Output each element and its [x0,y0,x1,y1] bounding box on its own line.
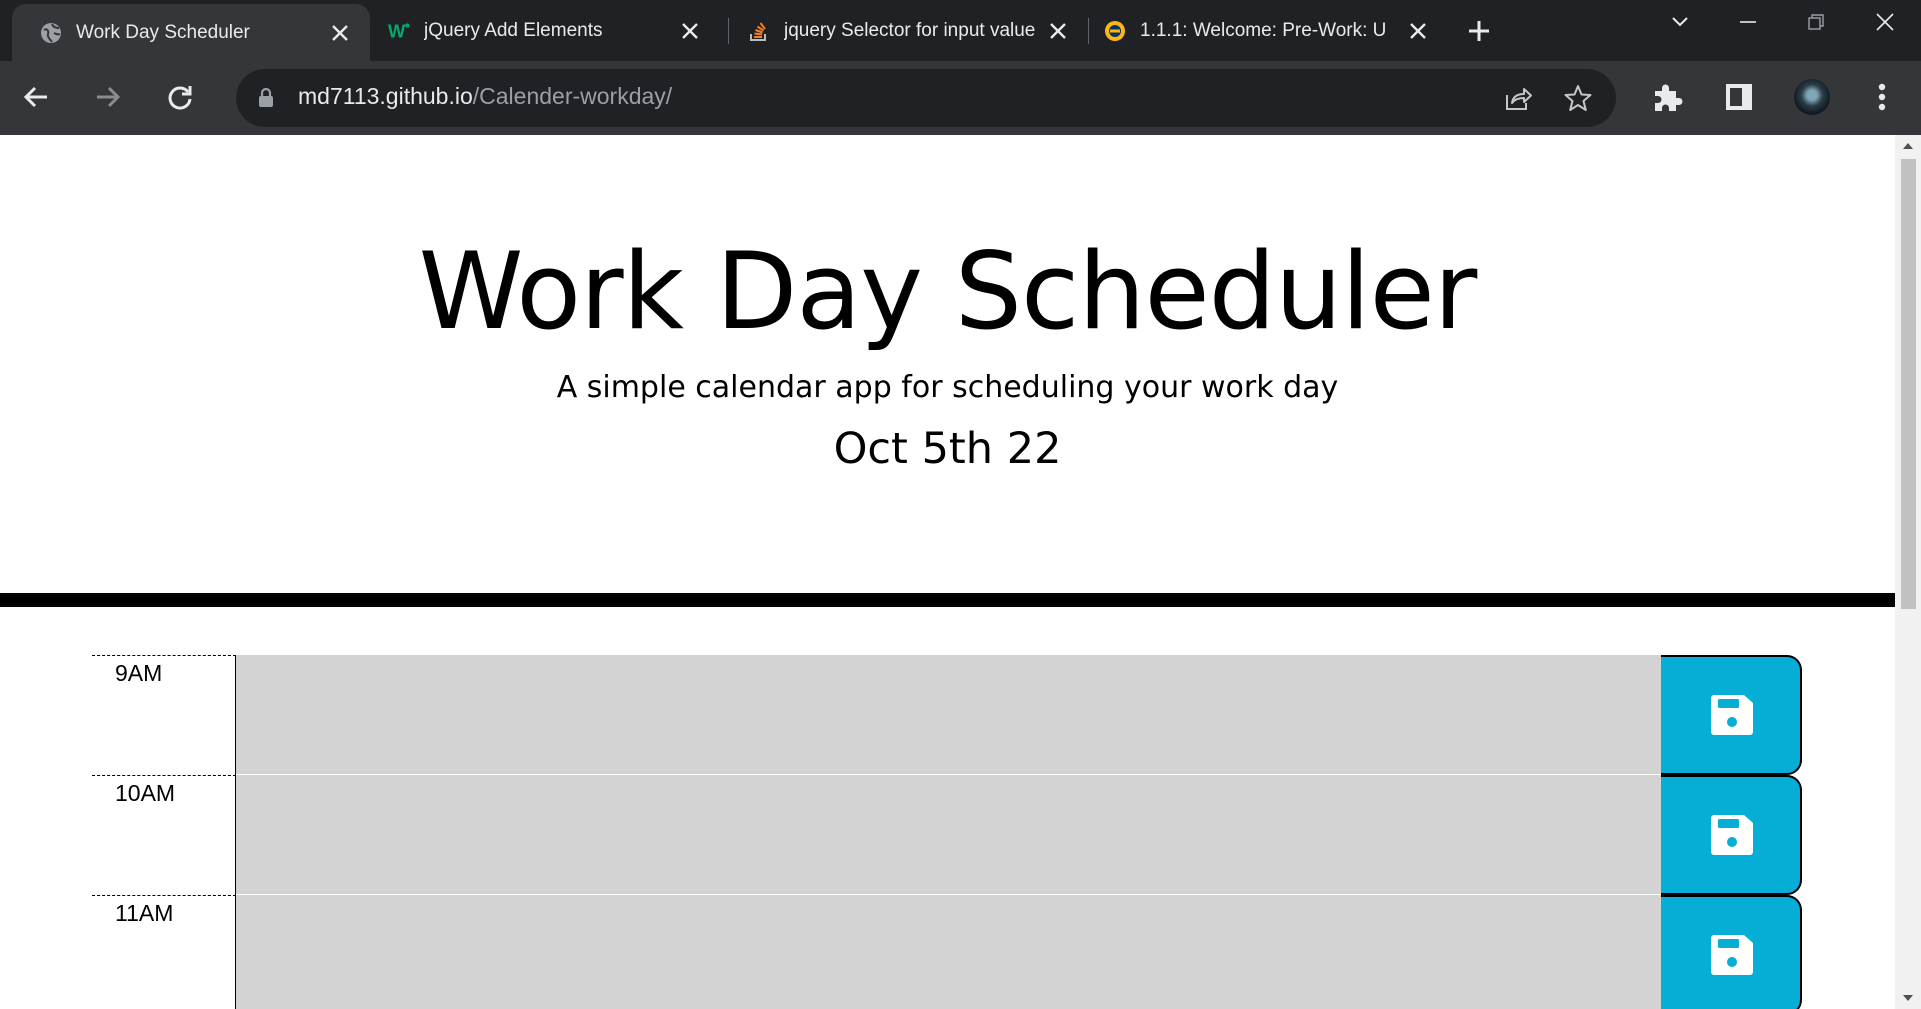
reload-button[interactable] [158,75,202,119]
tab-title: Work Day Scheduler [76,21,250,43]
tab-title: 1.1.1: Welcome: Pre-Work: UCB [1140,19,1385,41]
back-button[interactable] [14,75,58,119]
url-path: /Calender-workday/ [472,83,673,109]
tab-separator [1088,18,1089,44]
tab-title: jQuery Add Elements [424,19,603,41]
save-button[interactable] [1661,775,1802,895]
star-icon [1564,85,1592,111]
profile-button[interactable] [1790,75,1834,119]
close-tab-icon[interactable] [1046,19,1070,43]
share-icon [1506,88,1532,110]
bookmark-button[interactable] [1562,82,1594,114]
arrow-right-icon [97,86,121,108]
current-day: Oct 5th 22 [833,424,1062,474]
save-button[interactable] [1661,895,1802,1009]
stackoverflow-icon [748,20,770,42]
time-block-10am: 10AM [92,775,1802,895]
browser-toolbar: md7113.github.io/Calender-workday/ [0,61,1921,135]
url-text[interactable]: md7113.github.io/Calender-workday/ [298,83,672,110]
time-block-11am: 11AM [92,895,1802,1009]
minimize-button[interactable] [1714,0,1782,44]
hour-label: 10AM [92,775,236,895]
floppy-disk-icon [1710,695,1753,735]
close-tab-icon[interactable] [678,19,702,43]
jumbotron-header: Work Day Scheduler A simple calendar app… [0,135,1895,593]
tab-welcome-prework[interactable]: 1.1.1: Welcome: Pre-Work: UCB [1090,0,1448,61]
minimize-icon [1740,21,1756,23]
lock-icon[interactable] [258,87,274,112]
menu-button[interactable] [1860,75,1904,119]
event-description-input[interactable] [235,775,1662,895]
scroll-up-arrow-icon[interactable] [1902,140,1914,152]
w3schools-icon: W [388,20,410,42]
vertical-scrollbar[interactable] [1895,135,1921,1009]
side-panel-button[interactable] [1717,75,1761,119]
time-block-9am: 9AM [92,655,1802,775]
hour-label: 9AM [92,655,236,775]
time-block-list: 9AM 10AM 11AM [92,655,1802,1009]
new-tab-button[interactable] [1460,12,1498,50]
tab-title: jquery Selector for input value [784,19,1036,41]
plus-icon [1469,21,1489,41]
scrollbar-thumb[interactable] [1901,159,1916,609]
tab-jquery-selector[interactable]: jquery Selector for input value [730,0,1088,61]
close-window-button[interactable] [1851,0,1919,44]
browser-tabstrip: Work Day Scheduler W jQuery Add Elements… [0,0,1921,61]
save-button[interactable] [1661,655,1802,775]
chevron-down-icon [1672,17,1688,27]
forward-button[interactable] [86,75,130,119]
globe-icon [40,22,62,44]
restore-button[interactable] [1782,0,1850,44]
svg-text:W: W [388,20,406,41]
page-viewport: Work Day Scheduler A simple calendar app… [0,135,1921,1009]
reload-icon [168,86,192,110]
tab-work-day-scheduler[interactable]: Work Day Scheduler [12,4,370,61]
kebab-menu-icon [1878,83,1886,111]
event-description-input[interactable] [235,655,1662,775]
puzzle-icon [1655,84,1683,111]
address-bar[interactable]: md7113.github.io/Calender-workday/ [236,69,1616,127]
event-description-input[interactable] [235,895,1662,1009]
hour-label: 11AM [92,895,236,1009]
page-title: Work Day Scheduler [418,230,1478,353]
share-button[interactable] [1502,82,1534,114]
arrow-left-icon [23,86,47,108]
url-host: md7113.github.io [298,83,473,109]
tab-search-button[interactable] [1646,0,1714,44]
extensions-button[interactable] [1645,75,1689,119]
close-tab-icon[interactable] [1406,19,1430,43]
side-panel-icon [1726,84,1752,110]
floppy-disk-icon [1710,935,1753,975]
course-icon [1104,20,1126,42]
close-icon [1876,13,1894,31]
page-lead: A simple calendar app for scheduling you… [556,370,1339,405]
scroll-down-arrow-icon[interactable] [1902,992,1914,1004]
header-divider [0,593,1895,607]
tab-jquery-add-elements[interactable]: W jQuery Add Elements [370,0,720,61]
tab-separator [728,18,729,44]
floppy-disk-icon [1710,815,1753,855]
close-tab-icon[interactable] [328,21,352,45]
avatar [1794,79,1830,115]
restore-icon [1808,14,1824,30]
